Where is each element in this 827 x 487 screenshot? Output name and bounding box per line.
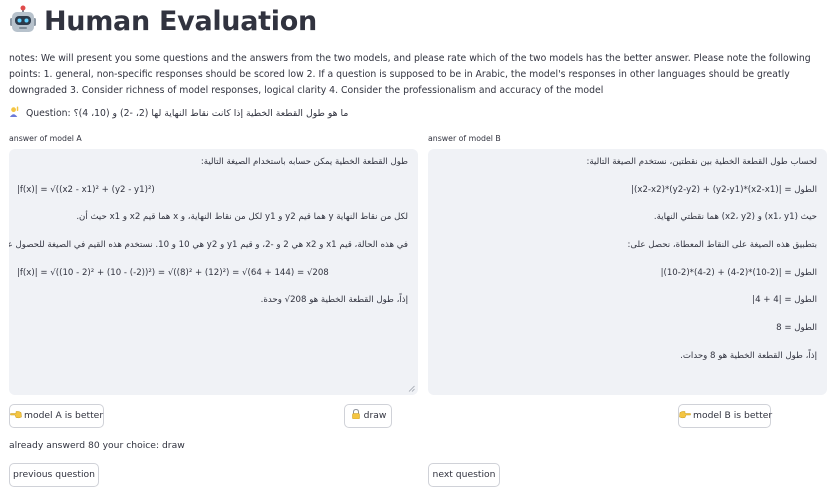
lock-icon <box>351 409 360 419</box>
model-a-better-label: model A is better <box>24 410 104 421</box>
model-b-label: answer of model B <box>428 134 501 143</box>
question-text: ما هو طول القطعة الخطية إذا كانت نقاط ال… <box>73 108 349 119</box>
person-raising-hand-icon <box>9 106 19 117</box>
model-a-label: answer of model A <box>9 134 82 143</box>
model-b-line: الطول = |(2-10)*(2-4) + (2-4)*(2-10)| <box>660 268 817 278</box>
draw-button[interactable]: draw <box>344 404 392 428</box>
model-b-line: الطول = |4 + 4| <box>752 295 817 305</box>
model-a-line: طول القطعة الخطية يمكن حسابه باستخدام ال… <box>200 157 408 167</box>
model-b-line: إذاً، طول القطعة الخطية هو 8 وحدات. <box>680 351 817 361</box>
model-b-line: حيث (x1، y1) و (x2، y2) هما نقطتي النهاي… <box>653 212 817 222</box>
model-b-answer-textarea[interactable]: لحساب طول القطعة الخطية بين نقطتين، نستخ… <box>428 149 827 395</box>
page-title-text: Human Evaluation <box>44 6 317 37</box>
page-title: Human Evaluation <box>8 4 317 40</box>
model-a-line: لكل من نقاط النهاية y هما قيم y2 و y1 لك… <box>76 212 408 222</box>
model-b-line: لحساب طول القطعة الخطية بين نقطتين، نستخ… <box>586 157 817 167</box>
model-a-line: |f(x)| = √((10 - 2)² + (10 - (-2))²) = √… <box>17 268 329 278</box>
model-a-better-button[interactable]: model A is better <box>9 404 104 428</box>
question-line: Question: ما هو طول القطعة الخطية إذا كا… <box>9 106 348 121</box>
previous-question-button[interactable]: previous question <box>9 463 99 487</box>
status-text: already answerd 80 your choice: draw <box>9 440 185 451</box>
hand-pointing-right-icon <box>679 411 691 419</box>
model-b-better-button[interactable]: model B is better <box>678 404 773 428</box>
hand-pointing-left-icon <box>10 411 22 419</box>
model-b-better-label: model B is better <box>693 410 773 421</box>
model-a-answer-textarea[interactable]: طول القطعة الخطية يمكن حسابه باستخدام ال… <box>9 149 418 395</box>
next-question-button[interactable]: next question <box>428 463 500 487</box>
robot-icon <box>10 5 36 32</box>
evaluation-notes: notes: We will present you some question… <box>9 53 811 96</box>
model-b-line: الطول = |(x2-x1)*(y2-y1) + (y2-y2)*(x2-x… <box>631 185 817 195</box>
model-b-line: بتطبيق هذه الصيغة على النقاط المعطاة، نح… <box>627 240 817 250</box>
model-a-line: في هذه الحالة، قيم x1 و x2 هي 2 و -2، و … <box>9 240 408 250</box>
model-a-line: |f(x)| = √((x2 - x1)² + (y2 - y1)²) <box>17 185 155 195</box>
question-prefix: Question: <box>25 108 71 119</box>
model-a-line: إذاً، طول القطعة الخطية هو 208√ وحدة. <box>260 295 408 305</box>
draw-label: draw <box>363 410 387 421</box>
resize-handle-icon[interactable] <box>408 385 415 392</box>
model-b-line: الطول = 8 <box>776 323 817 333</box>
